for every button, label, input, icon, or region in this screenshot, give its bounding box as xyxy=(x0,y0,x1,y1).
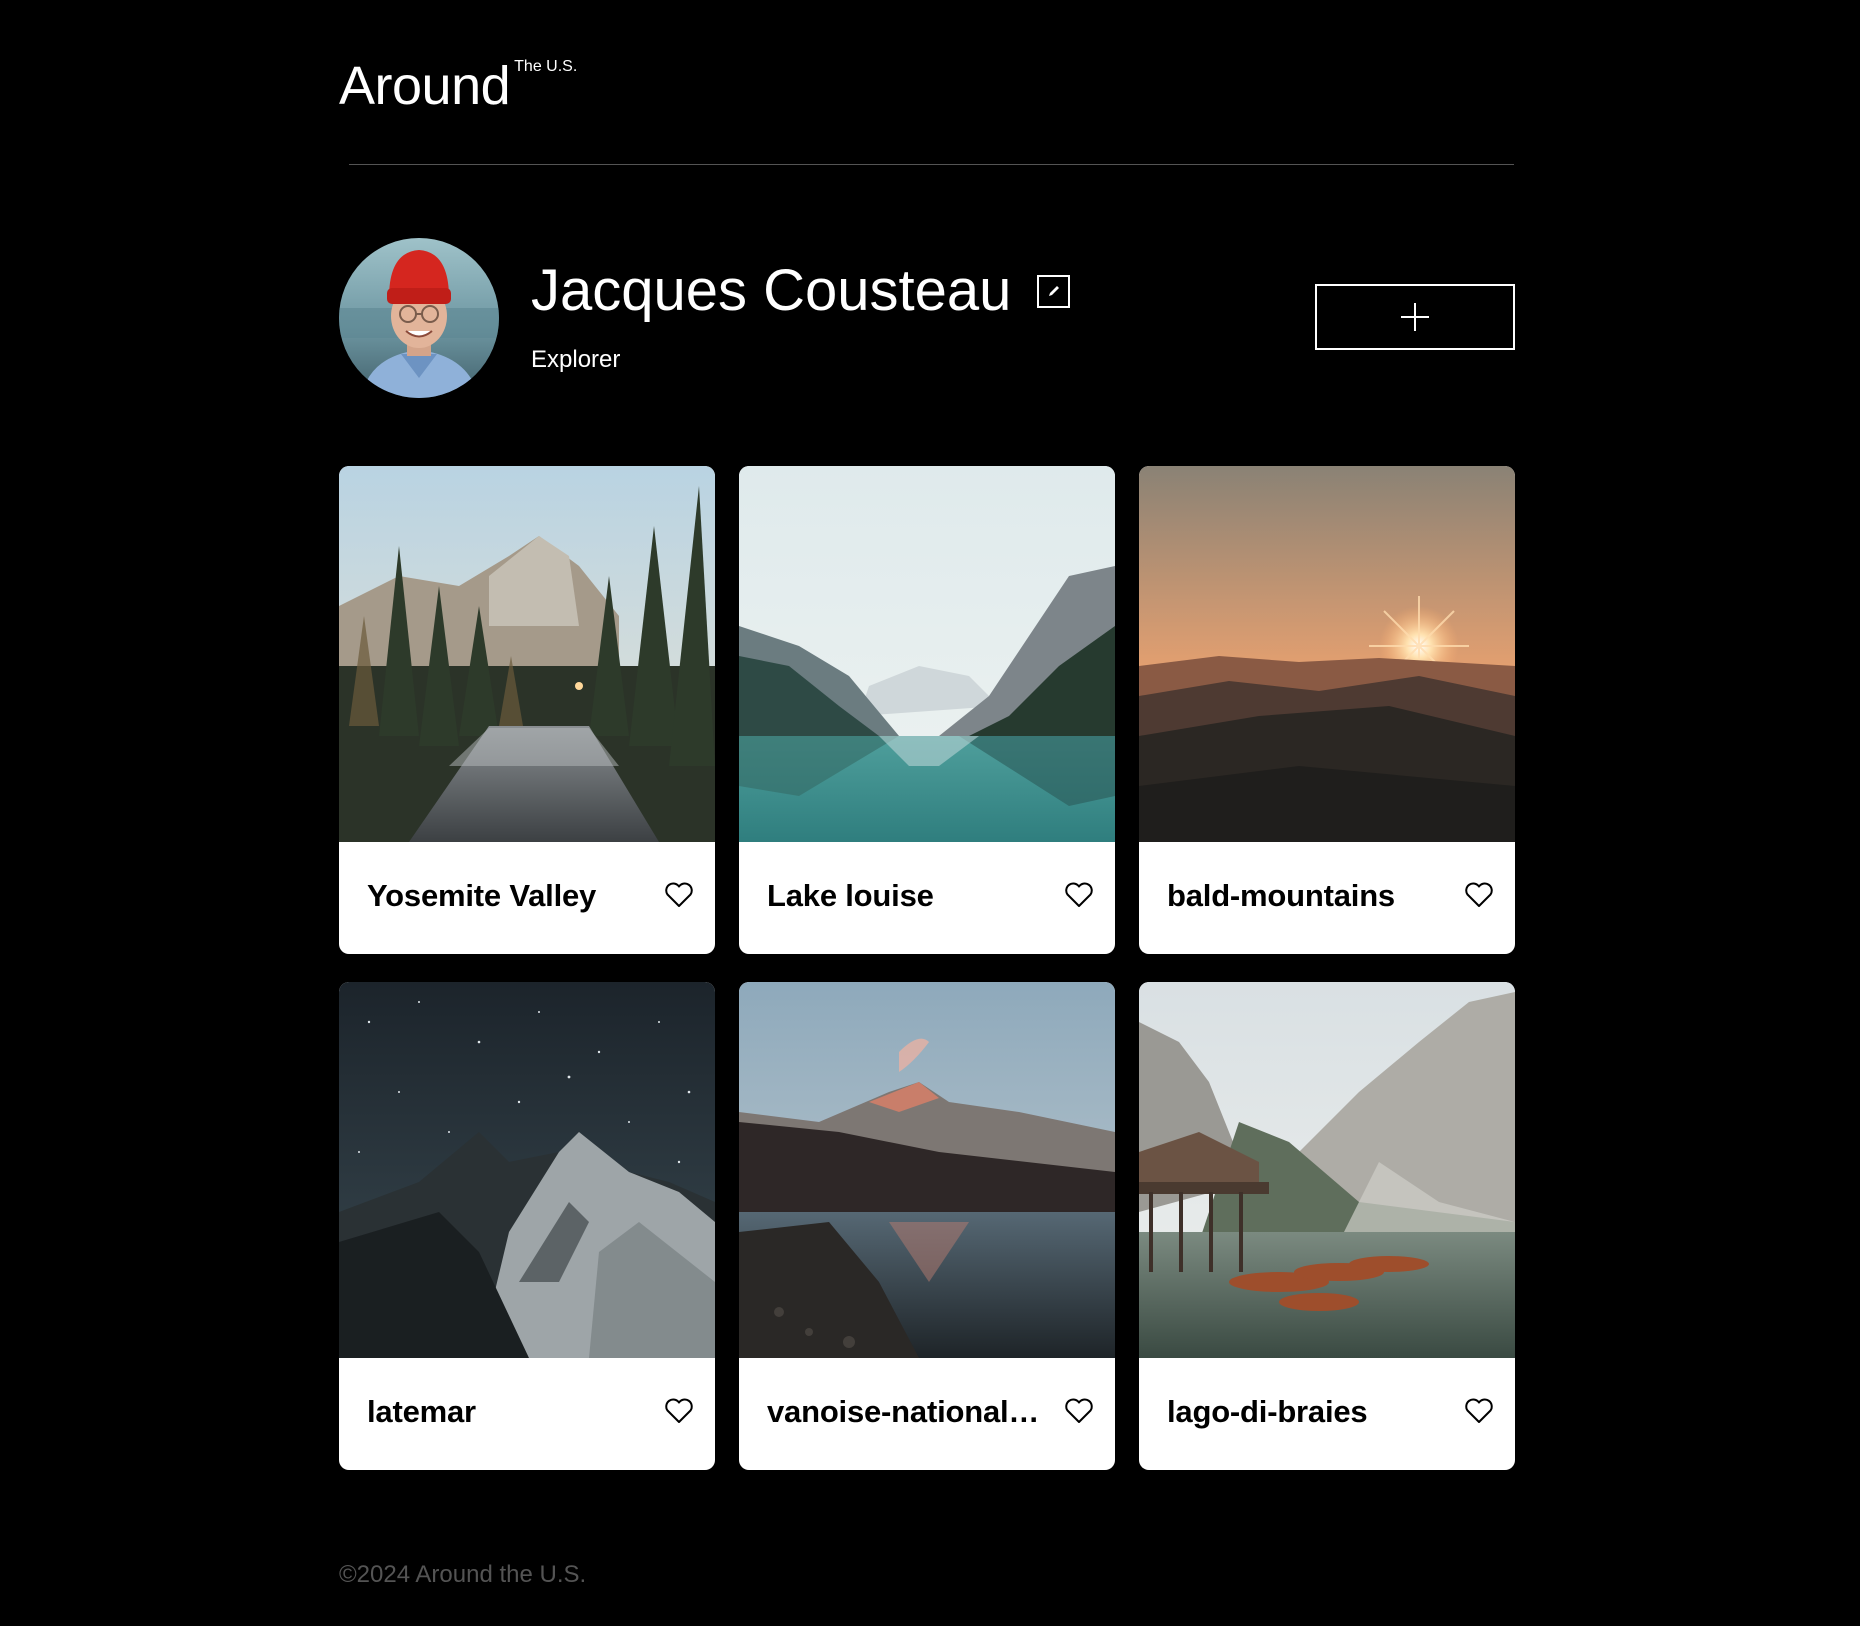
logo-main: Around xyxy=(339,56,511,116)
like-button[interactable] xyxy=(1063,880,1095,910)
card-footer: bald-mountains xyxy=(1139,842,1515,954)
logo-sup: The U.S. xyxy=(514,58,578,75)
logo: Around The U.S. xyxy=(339,56,577,116)
card: Yosemite Valley xyxy=(339,466,715,954)
card-footer: Yosemite Valley xyxy=(339,842,715,954)
edit-profile-button[interactable] xyxy=(1037,274,1071,308)
heart-icon xyxy=(1465,882,1493,907)
heart-icon xyxy=(665,882,693,907)
like-button[interactable] xyxy=(1463,880,1495,910)
footer: ©2024 Around the U.S. xyxy=(339,1560,586,1590)
heart-icon xyxy=(1465,1398,1493,1423)
heart-icon xyxy=(1065,1398,1093,1423)
card-image[interactable] xyxy=(339,466,715,842)
card: latemar xyxy=(339,982,715,1470)
card-footer: latemar xyxy=(339,1358,715,1470)
mountain-lake-image xyxy=(739,466,1115,842)
add-card-button[interactable] xyxy=(1315,284,1515,350)
header-divider xyxy=(349,164,1514,165)
card-title: lago-di-braies xyxy=(1167,1394,1368,1429)
card-footer: vanoise-national-park xyxy=(739,1358,1115,1470)
copyright: ©2024 Around the U.S. xyxy=(339,1561,587,1588)
sunset-hills-image xyxy=(1139,466,1515,842)
card-footer: lago-di-braies xyxy=(1139,1358,1515,1470)
profile-name-row: Jacques Cousteau xyxy=(531,258,1071,324)
card: lago-di-braies xyxy=(1139,982,1515,1470)
like-button[interactable] xyxy=(663,880,695,910)
profile-job: Explorer xyxy=(531,346,621,373)
plus-icon xyxy=(1401,303,1429,331)
reflection-lake-image xyxy=(739,982,1115,1358)
card-title: latemar xyxy=(367,1394,476,1429)
pencil-icon xyxy=(1048,286,1059,296)
avatar[interactable] xyxy=(339,238,499,398)
profile: Jacques Cousteau Explorer xyxy=(339,238,1515,400)
forest-river-image xyxy=(339,466,715,842)
card: Lake louise xyxy=(739,466,1115,954)
heart-icon xyxy=(665,1398,693,1423)
heart-icon xyxy=(1065,882,1093,907)
like-button[interactable] xyxy=(1063,1396,1095,1426)
card: vanoise-national-park xyxy=(739,982,1115,1470)
card-image[interactable] xyxy=(339,982,715,1358)
profile-name: Jacques Cousteau xyxy=(531,258,1012,323)
boats-lake-image xyxy=(1139,982,1515,1358)
card-image[interactable] xyxy=(1139,982,1515,1358)
avatar-image xyxy=(339,238,499,398)
card-image[interactable] xyxy=(739,466,1115,842)
card-title: vanoise-national-park xyxy=(767,1394,1047,1429)
header: Around The U.S. xyxy=(339,56,1514,166)
night-peaks-image xyxy=(339,982,715,1358)
page: Around The U.S. Jacques Cousteau Explore… xyxy=(0,0,1860,1626)
card-image[interactable] xyxy=(1139,466,1515,842)
card-title: bald-mountains xyxy=(1167,878,1395,913)
card-title: Lake louise xyxy=(767,878,934,913)
card-image[interactable] xyxy=(739,982,1115,1358)
like-button[interactable] xyxy=(663,1396,695,1426)
card: bald-mountains xyxy=(1139,466,1515,954)
card-title: Yosemite Valley xyxy=(367,878,597,913)
card-footer: Lake louise xyxy=(739,842,1115,954)
like-button[interactable] xyxy=(1463,1396,1495,1426)
cards-grid: Yosemite Valley Lake louise bald-mountai… xyxy=(339,466,1515,1470)
